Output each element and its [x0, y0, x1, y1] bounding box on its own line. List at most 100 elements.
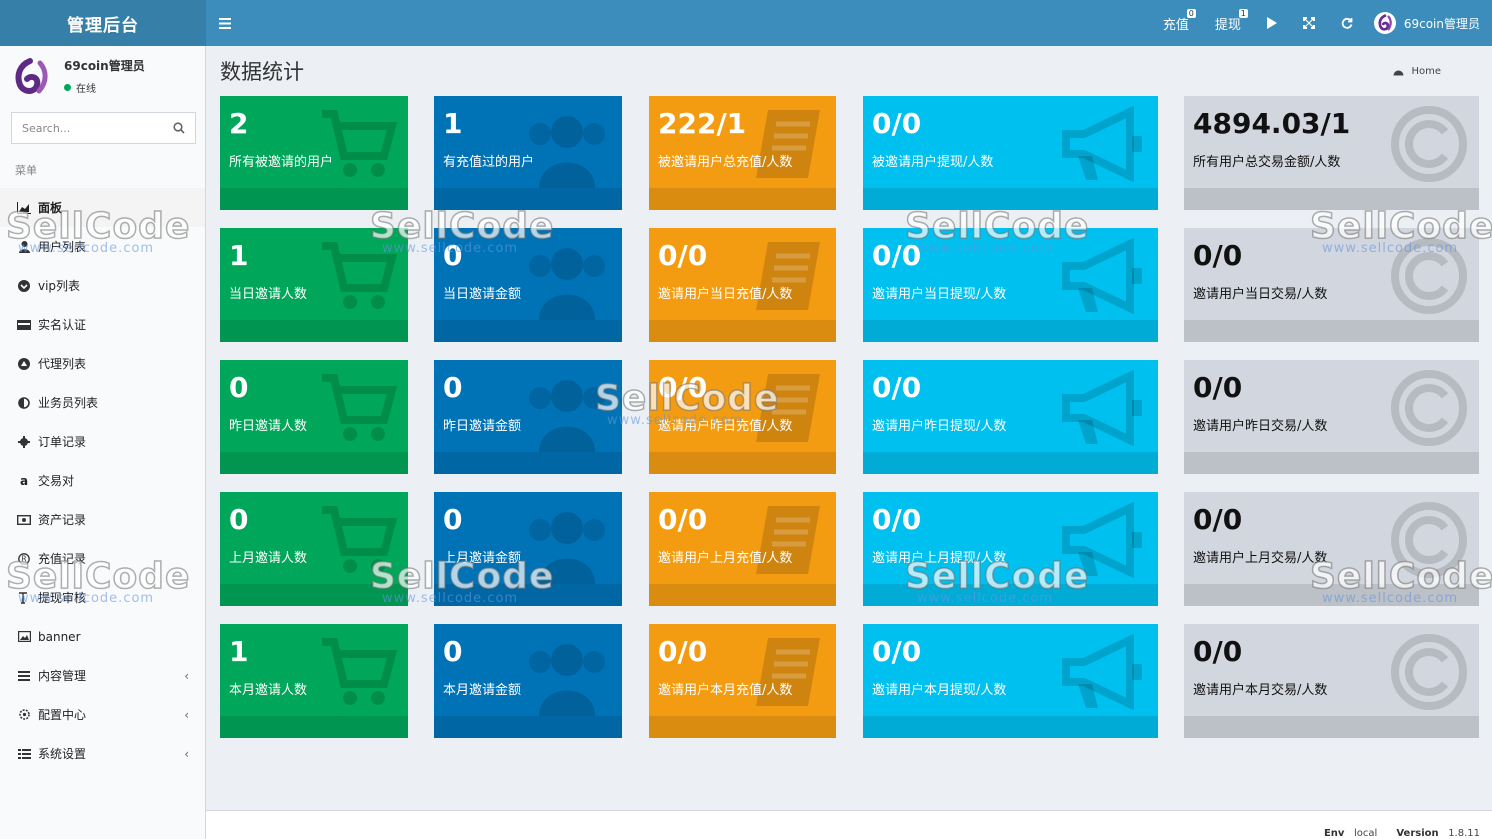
- stat-box[interactable]: 1 当日邀请人数: [220, 228, 408, 342]
- app-logo[interactable]: 管理后台: [0, 0, 206, 46]
- footer-info: Env local Version 1.8.11: [1324, 828, 1480, 839]
- search-input[interactable]: [22, 121, 162, 135]
- agent-icon: [17, 357, 31, 371]
- stat-value: 1: [229, 239, 249, 272]
- stat-box[interactable]: 0/0 邀请用户本月提现/人数: [863, 624, 1158, 738]
- stat-footer: [649, 320, 836, 342]
- book-icon: [750, 368, 826, 452]
- stat-value: 1: [229, 635, 249, 668]
- stat-box[interactable]: 0/0 邀请用户昨日提现/人数: [863, 360, 1158, 474]
- stat-value: 4894.03/1: [1193, 107, 1351, 140]
- stat-label: 邀请用户昨日充值/人数: [658, 419, 793, 434]
- copyright-icon: [1389, 368, 1469, 452]
- bullhorn-icon: [1058, 104, 1148, 188]
- stat-box[interactable]: 4894.03/1 所有用户总交易金额/人数: [1184, 96, 1479, 210]
- chevron-left-icon: ‹: [184, 668, 189, 683]
- stat-box[interactable]: 0/0 被邀请用户提现/人数: [863, 96, 1158, 210]
- fullscreen-button[interactable]: [1290, 0, 1328, 46]
- stat-footer: [1184, 584, 1479, 606]
- book-icon: [750, 500, 826, 584]
- sidebar-item-config[interactable]: 配置中心 ‹: [0, 695, 205, 734]
- sidebar-item-label: 面板: [38, 201, 63, 215]
- stat-label: 被邀请用户总充值/人数: [658, 155, 793, 170]
- stat-box[interactable]: 0/0 邀请用户当日提现/人数: [863, 228, 1158, 342]
- withdraw-label: 提现: [1214, 17, 1241, 33]
- search-icon[interactable]: [173, 122, 185, 134]
- withdraw-nav-button[interactable]: 提现 1: [1202, 0, 1254, 46]
- stat-box[interactable]: 0/0 邀请用户上月交易/人数: [1184, 492, 1479, 606]
- stat-box[interactable]: 0/0 邀请用户昨日充值/人数: [649, 360, 836, 474]
- stat-box[interactable]: 1 有充值过的用户: [434, 96, 622, 210]
- stat-label: 所有被邀请的用户: [229, 155, 334, 170]
- stat-value: 0/0: [1193, 371, 1243, 404]
- play-button[interactable]: [1254, 0, 1290, 46]
- users-icon: [522, 368, 612, 456]
- env-value: local: [1353, 828, 1378, 839]
- stat-box[interactable]: 2 所有被邀请的用户: [220, 96, 408, 210]
- stat-footer: [863, 584, 1158, 606]
- stat-box[interactable]: 0/0 邀请用户上月充值/人数: [649, 492, 836, 606]
- registered-icon: R: [17, 552, 31, 566]
- stat-box[interactable]: 0/0 邀请用户上月提现/人数: [863, 492, 1158, 606]
- sidebar-item-system[interactable]: 系统设置 ‹: [0, 734, 205, 773]
- sidebar-item-label: 资产记录: [38, 513, 87, 527]
- stat-value: 0/0: [658, 503, 708, 536]
- sidebar-item-vip[interactable]: vip列表: [0, 266, 205, 305]
- breadcrumb-home[interactable]: Home: [1411, 66, 1441, 77]
- stat-box[interactable]: 0/0 邀请用户当日交易/人数: [1184, 228, 1479, 342]
- stat-footer: [220, 320, 408, 342]
- sidebar-item-salesmen[interactable]: 业务员列表: [0, 383, 205, 422]
- refresh-button[interactable]: [1328, 0, 1366, 46]
- stat-value: 0: [229, 371, 249, 404]
- sidebar-toggle-button[interactable]: [206, 0, 244, 46]
- stat-box[interactable]: 1 本月邀请人数: [220, 624, 408, 738]
- stat-label: 被邀请用户提现/人数: [872, 155, 994, 170]
- avatar: [12, 56, 52, 96]
- user-menu[interactable]: 69coin管理员: [1366, 12, 1480, 34]
- refresh-icon: [1341, 17, 1353, 29]
- stat-label: 邀请用户上月充值/人数: [658, 551, 793, 566]
- copyright-icon: [1389, 500, 1469, 584]
- stat-box[interactable]: 0/0 邀请用户本月交易/人数: [1184, 624, 1479, 738]
- sidebar-item-withdraw[interactable]: 提现审核: [0, 578, 205, 617]
- stat-box[interactable]: 0/0 邀请用户昨日交易/人数: [1184, 360, 1479, 474]
- stat-box[interactable]: 0 当日邀请金额: [434, 228, 622, 342]
- stat-box[interactable]: 222/1 被邀请用户总充值/人数: [649, 96, 836, 210]
- sidebar-item-label: 代理列表: [38, 357, 87, 371]
- sidebar-item-pairs[interactable]: a 交易对: [0, 461, 205, 500]
- sidebar-item-label: 系统设置: [38, 747, 87, 761]
- stat-box[interactable]: 0 昨日邀请金额: [434, 360, 622, 474]
- sidebar-item-agents[interactable]: 代理列表: [0, 344, 205, 383]
- stat-box[interactable]: 0/0 邀请用户当日充值/人数: [649, 228, 836, 342]
- stat-footer: [863, 716, 1158, 738]
- stat-box[interactable]: 0 昨日邀请人数: [220, 360, 408, 474]
- sidebar-item-content[interactable]: 内容管理 ‹: [0, 656, 205, 695]
- stat-label: 当日邀请人数: [229, 287, 308, 302]
- sidebar-item-banner[interactable]: banner: [0, 617, 205, 656]
- stat-footer: [649, 716, 836, 738]
- bars-icon: [17, 669, 31, 683]
- stat-box[interactable]: 0/0 邀请用户本月充值/人数: [649, 624, 836, 738]
- sidebar-item-recharge[interactable]: R 充值记录: [0, 539, 205, 578]
- user-status-text: 在线: [76, 84, 96, 95]
- stat-label: 本月邀请人数: [229, 683, 308, 698]
- stat-box[interactable]: 0 本月邀请金额: [434, 624, 622, 738]
- stat-box[interactable]: 0 上月邀请人数: [220, 492, 408, 606]
- sidebar-item-realname[interactable]: 实名认证: [0, 305, 205, 344]
- breadcrumb[interactable]: Home: [1393, 66, 1441, 77]
- copyright-icon: [1389, 632, 1469, 716]
- chevron-left-icon: ‹: [184, 707, 189, 722]
- sidebar-item-users[interactable]: 用户列表: [0, 227, 205, 266]
- cart-icon: [318, 632, 398, 716]
- stat-value: 0/0: [872, 239, 922, 272]
- sidebar-search: [11, 112, 196, 144]
- stat-label: 邀请用户当日提现/人数: [872, 287, 1007, 302]
- sidebar-item-dashboard[interactable]: 面板: [0, 188, 205, 227]
- sidebar-item-orders[interactable]: 订单记录: [0, 422, 205, 461]
- bullhorn-icon: [1058, 236, 1148, 320]
- stat-label: 邀请用户当日交易/人数: [1193, 287, 1328, 302]
- stat-value: 0: [443, 239, 463, 272]
- recharge-nav-button[interactable]: 充值 0: [1150, 0, 1202, 46]
- stat-box[interactable]: 0 上月邀请金额: [434, 492, 622, 606]
- sidebar-item-assets[interactable]: 资产记录: [0, 500, 205, 539]
